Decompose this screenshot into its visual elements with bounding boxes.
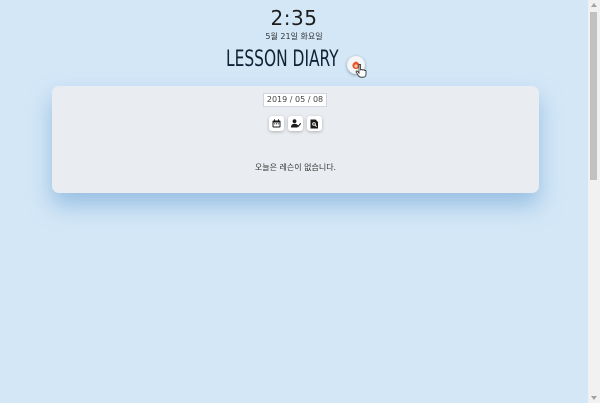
scroll-down-icon[interactable] xyxy=(591,396,597,400)
calendar-button[interactable] xyxy=(269,116,284,131)
calendar-icon xyxy=(272,119,281,128)
user-check-icon xyxy=(290,119,301,128)
diary-card: 2019 / 05 / 08 오늘은 레슨이 없습니다. xyxy=(52,86,539,193)
empty-lesson-message: 오늘은 레슨이 없습니다. xyxy=(254,163,337,172)
scroll-up-icon[interactable] xyxy=(591,3,597,7)
hand-cursor-icon xyxy=(355,64,367,78)
search-document-icon xyxy=(310,119,318,128)
date-line: 5월 21일 화요일 xyxy=(265,32,323,41)
lesson-date-input[interactable]: 2019 / 05 / 08 xyxy=(263,93,327,107)
page-title: LESSON DIARY xyxy=(226,47,339,72)
scrollbar-thumb[interactable] xyxy=(590,12,597,180)
clock: 2:35 xyxy=(270,6,318,30)
vertical-scrollbar[interactable] xyxy=(588,0,600,403)
student-check-button[interactable] xyxy=(288,116,303,131)
search-lesson-button[interactable] xyxy=(307,116,322,131)
